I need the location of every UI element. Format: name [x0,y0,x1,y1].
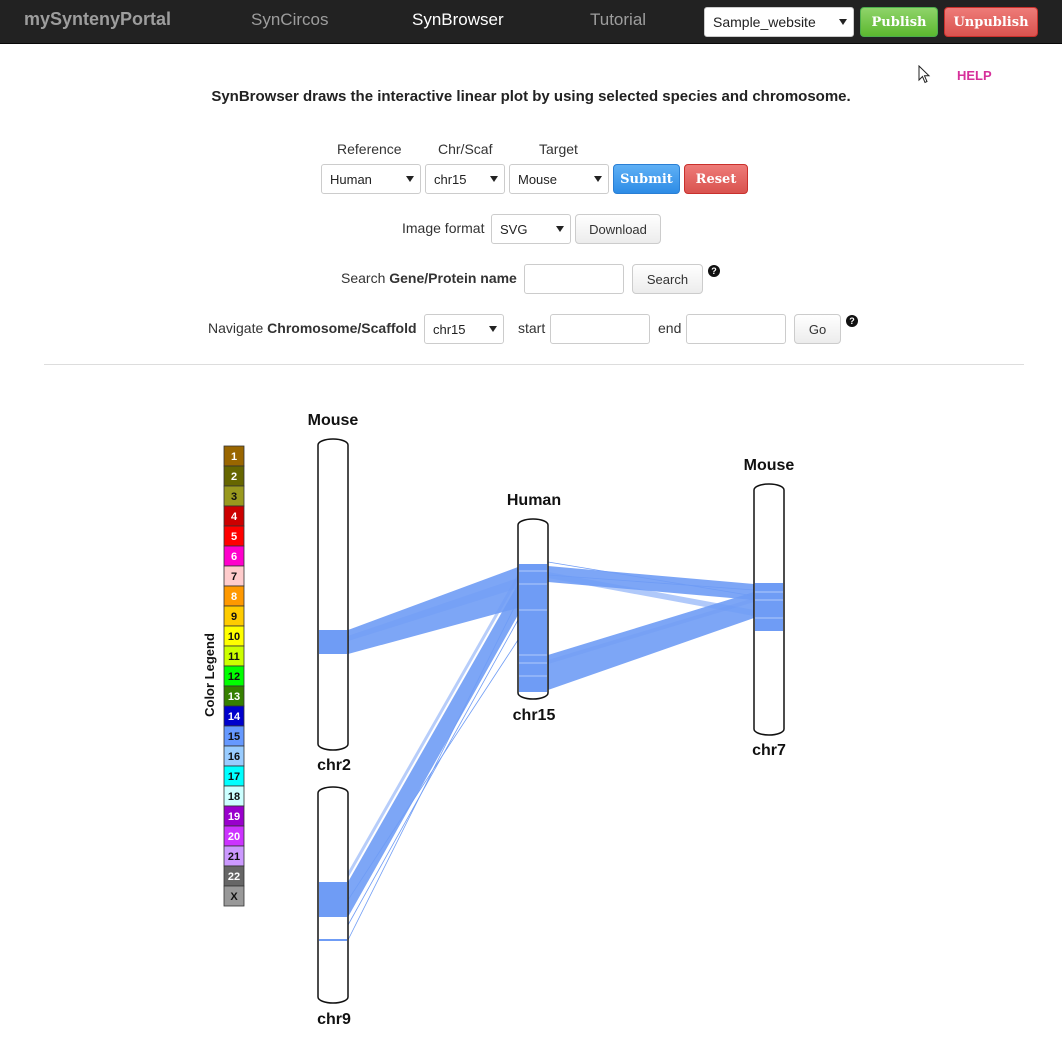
chevron-down-icon [839,19,847,25]
navigate-chr-select[interactable]: chr15 [424,314,504,344]
chevron-down-icon [490,176,498,182]
reset-button[interactable]: Reset [684,164,748,194]
target-select[interactable]: Mouse [509,164,609,194]
page-headline: SynBrowser draws the interactive linear … [211,88,851,105]
publish-button[interactable]: Publish [860,7,938,37]
link-thin-chr9-3[interactable] [347,619,519,926]
chevron-down-icon [489,326,497,332]
chr9-label: chr9 [317,1011,351,1028]
legend-label-15: 15 [228,731,240,743]
chr-select-value: chr15 [434,172,467,187]
website-select-value: Sample_website [713,14,816,30]
chromosome-chr2[interactable] [317,438,349,751]
legend-label-7: 7 [231,571,237,583]
legend-label-10: 10 [228,631,240,643]
search-button[interactable]: Search [632,264,703,294]
species-label-human: Human [507,492,561,509]
reference-label: Reference [337,141,402,157]
search-label-prefix: Search [341,270,390,286]
brand-logo[interactable]: mySyntenyPortal [24,9,171,30]
link-thin-chr9-2[interactable] [347,639,519,901]
chr9-synteny-block[interactable] [319,882,347,917]
chr-scaf-label: Chr/Scaf [438,141,493,157]
legend-title: Color Legend [202,633,217,717]
section-divider [44,364,1024,365]
question-mark-icon[interactable]: ? [708,265,720,277]
image-format-select[interactable]: SVG [491,214,571,244]
link-chr15-chr7-mid[interactable] [548,598,754,664]
chr15-label: chr15 [513,707,556,724]
nav-tutorial[interactable]: Tutorial [590,10,646,30]
legend-label-12: 12 [228,671,240,683]
help-link[interactable]: HELP [957,68,992,83]
species-label-mouse-top: Mouse [308,412,359,429]
navigate-label-prefix: Navigate [208,320,268,336]
nav-synbrowser[interactable]: SynBrowser [412,10,504,30]
legend-label-3: 3 [231,491,237,503]
end-input[interactable] [686,314,786,344]
question-mark-icon[interactable]: ? [846,315,858,327]
top-navbar: mySyntenyPortal SynCircos SynBrowser Tut… [0,0,1062,44]
end-label: end [658,320,682,336]
chr15-synteny-block[interactable] [519,564,547,692]
target-select-value: Mouse [518,172,558,187]
chr2-label: chr2 [317,757,351,774]
legend-label-18: 18 [228,791,240,803]
mouse-cursor-icon [918,65,931,84]
chevron-down-icon [556,226,564,232]
legend-label-9: 9 [231,611,237,623]
legend-label-16: 16 [228,751,240,763]
legend-label-13: 13 [228,691,240,703]
synteny-links[interactable] [348,566,754,917]
navigate-label-bold: Chromosome/Scaffold [267,320,417,336]
image-format-value: SVG [500,222,528,237]
download-button[interactable]: Download [575,214,661,244]
navigate-chr-value: chr15 [433,322,466,337]
species-label-mouse-right: Mouse [744,457,795,474]
synteny-linear-plot: Color Legend 123456789101112131415161718… [202,412,795,1028]
legend-label-14: 14 [228,711,241,723]
chr2-synteny-block[interactable] [319,630,347,654]
reference-select[interactable]: Human [321,164,421,194]
gene-search-input[interactable] [524,264,624,294]
submit-button[interactable]: Submit [613,164,680,194]
legend-label-X: X [230,891,238,903]
chr9-synteny-line[interactable] [319,939,347,941]
legend-label-11: 11 [228,651,240,663]
image-format-label: Image format [402,220,485,236]
unpublish-button[interactable]: Unpublish [944,7,1038,37]
legend-label-2: 2 [231,471,237,483]
start-input[interactable] [550,314,650,344]
nav-syncircos[interactable]: SynCircos [251,10,328,30]
chevron-down-icon [406,176,414,182]
go-button[interactable]: Go [794,314,841,344]
legend-label-1: 1 [231,451,237,463]
reference-select-value: Human [330,172,372,187]
legend-label-6: 6 [231,551,237,563]
legend-label-17: 17 [228,771,240,783]
search-label-bold: Gene/Protein name [389,270,517,286]
legend-label-20: 20 [228,831,240,843]
chr7-label: chr7 [752,742,786,759]
legend-label-5: 5 [231,531,237,543]
start-label: start [518,320,546,336]
chr7-synteny-block[interactable] [755,583,783,631]
legend-label-22: 22 [228,871,240,883]
website-select[interactable]: Sample_website [704,7,854,37]
chevron-down-icon [594,176,602,182]
search-label: Search Gene/Protein name [341,270,517,286]
target-label: Target [539,141,578,157]
legend-label-4: 4 [231,511,238,523]
chr-select[interactable]: chr15 [425,164,505,194]
color-legend: 12345678910111213141516171819202122X [223,445,245,907]
legend-label-21: 21 [228,851,240,863]
legend-label-19: 19 [228,811,240,823]
legend-label-8: 8 [231,591,237,603]
navigate-label: Navigate Chromosome/Scaffold [208,320,417,336]
